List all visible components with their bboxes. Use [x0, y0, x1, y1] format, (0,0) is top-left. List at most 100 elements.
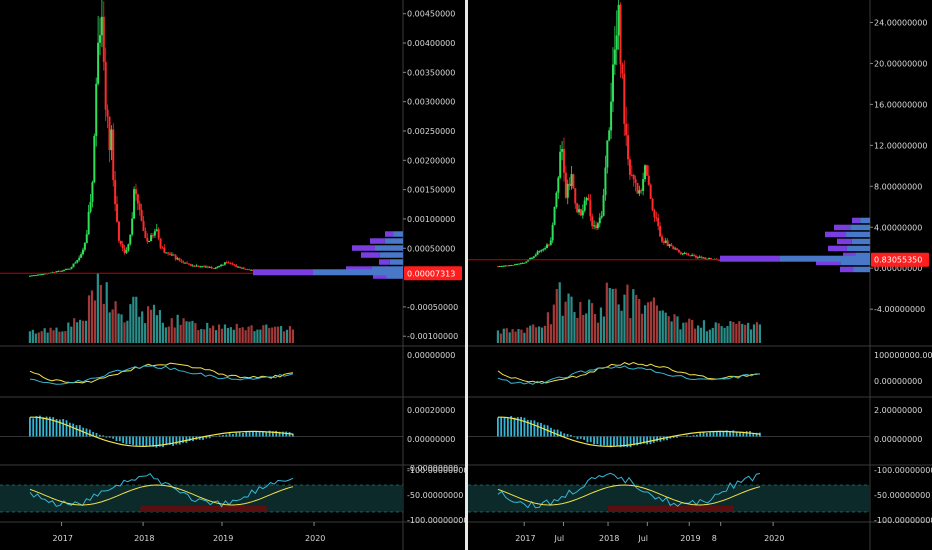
candle-body-108 — [700, 256, 703, 259]
osc2-hist-bar-2 — [503, 417, 506, 437]
candle-body-11 — [517, 263, 520, 265]
candle-body-84 — [187, 263, 190, 265]
osc2-hist-bar-66 — [248, 432, 251, 437]
volume-bar-3 — [505, 328, 508, 343]
candle-body-9 — [513, 264, 516, 266]
volume-bar-18 — [81, 320, 85, 343]
osc2-hist-bar-45 — [178, 436, 181, 445]
volume-bar-77 — [723, 327, 726, 343]
price-axis-label-8: 0.00050000 — [407, 244, 455, 253]
time-axis-label-6: 2020 — [764, 534, 784, 543]
candle-body-34 — [93, 135, 96, 183]
candle-body-6 — [508, 265, 511, 267]
volume-bar-75 — [717, 323, 720, 343]
volume-bar-17 — [79, 319, 82, 343]
candle-body-106 — [229, 263, 232, 265]
volume-bar-74 — [247, 326, 250, 343]
candle-body-14 — [55, 271, 58, 273]
osc2-hist-bar-59 — [692, 435, 695, 437]
candle-body-72 — [165, 252, 168, 254]
volume-bar-39 — [144, 323, 147, 343]
volume-bar-12 — [64, 331, 67, 343]
price-axis-label-2: 16.00000000 — [874, 100, 927, 109]
volume-bar-56 — [661, 310, 664, 343]
osc2-hist-bar-58 — [689, 435, 692, 437]
candle-body-100 — [218, 265, 221, 267]
osc1-signal-line — [29, 362, 294, 384]
volume-bar-9 — [55, 327, 58, 343]
osc2-hist-bar-27 — [118, 436, 121, 442]
candle-body-15 — [57, 270, 60, 272]
candle-body-44 — [579, 209, 582, 216]
volume-bar-21 — [558, 282, 561, 343]
candle-body-110 — [237, 266, 240, 268]
left-chart[interactable]: 0.00450000 0.00400000 0.00350000 0.00300000… — [0, 0, 465, 550]
volume-bar-66 — [223, 324, 227, 343]
volume-bar-75 — [250, 325, 253, 343]
price-axis-label-5: 0.00200000 — [407, 156, 455, 165]
volume-bar-17 — [546, 312, 550, 343]
osc2-hist-bar-58 — [222, 435, 224, 437]
volume-bar-50 — [176, 314, 179, 343]
osc2-hist-bar-57 — [218, 435, 221, 437]
candle-body-32 — [89, 201, 92, 212]
volume-bar-84 — [277, 326, 280, 343]
candle-body-66 — [621, 64, 624, 74]
volume-profile-blue-4 — [389, 259, 403, 265]
volume-bar-20 — [87, 295, 91, 343]
candle-body-88 — [662, 241, 665, 243]
volume-bar-86 — [749, 329, 753, 343]
osc2-hist-bar-28 — [122, 436, 125, 443]
candle-body-97 — [212, 268, 215, 270]
candle-body-57 — [136, 194, 139, 204]
osc2-hist-bar-13 — [540, 422, 542, 437]
volume-profile-wide-blue — [313, 269, 403, 276]
osc2-hist-bar-12 — [536, 422, 539, 437]
time-axis-label-1: Jul — [554, 534, 565, 543]
osc3-axis-label-0: -100.00000000 — [874, 466, 932, 475]
volume-bar-19 — [84, 320, 88, 343]
volume-bar-81 — [268, 327, 271, 343]
osc2-hist-bar-44 — [175, 436, 178, 445]
candle-body-79 — [645, 165, 648, 176]
osc2-hist-bar-65 — [712, 431, 715, 437]
candle-body-16 — [59, 270, 62, 272]
candle-body-95 — [208, 266, 211, 268]
candle-body-54 — [598, 217, 601, 224]
candle-body-46 — [116, 204, 119, 222]
volume-bar-31 — [588, 299, 591, 343]
volume-profile-purple-7 — [840, 266, 854, 273]
candle-body-67 — [623, 73, 626, 124]
osc2-hist-bar-68 — [722, 431, 725, 437]
osc2-hist-bar-20 — [95, 433, 98, 437]
candle-body-28 — [549, 240, 552, 245]
volume-bar-10 — [58, 331, 61, 343]
candle-body-26 — [78, 257, 81, 260]
volume-bar-81 — [735, 323, 738, 343]
candle-body-101 — [220, 264, 223, 266]
volume-bar-15 — [73, 318, 76, 343]
candle-body-38 — [100, 16, 103, 36]
volume-bar-64 — [685, 322, 688, 343]
candle-body-104 — [693, 254, 696, 256]
candle-body-46 — [583, 200, 586, 211]
volume-bar-5 — [43, 328, 46, 343]
candle-body-55 — [133, 189, 136, 219]
volume-bar-14 — [70, 326, 73, 343]
candle-body-7 — [42, 273, 45, 275]
volume-bar-54 — [188, 321, 191, 343]
volume-bar-25 — [102, 303, 105, 343]
candle-body-103 — [223, 262, 226, 265]
candle-body-77 — [174, 255, 177, 260]
volume-bar-36 — [135, 296, 138, 343]
osc2-hist-bar-46 — [182, 436, 184, 443]
volume-bar-79 — [729, 321, 732, 343]
volume-bar-6 — [514, 331, 517, 343]
volume-profile-blue-0 — [393, 231, 403, 237]
candle-body-21 — [68, 268, 71, 270]
osc2-axis-label-0: 0.00020000 — [407, 406, 455, 415]
candle-body-47 — [117, 221, 120, 241]
volume-bar-45 — [161, 322, 164, 343]
right-chart[interactable]: 24.00000000 20.00000000 16.00000000 12.0000… — [468, 0, 932, 550]
volume-bar-49 — [641, 313, 644, 343]
